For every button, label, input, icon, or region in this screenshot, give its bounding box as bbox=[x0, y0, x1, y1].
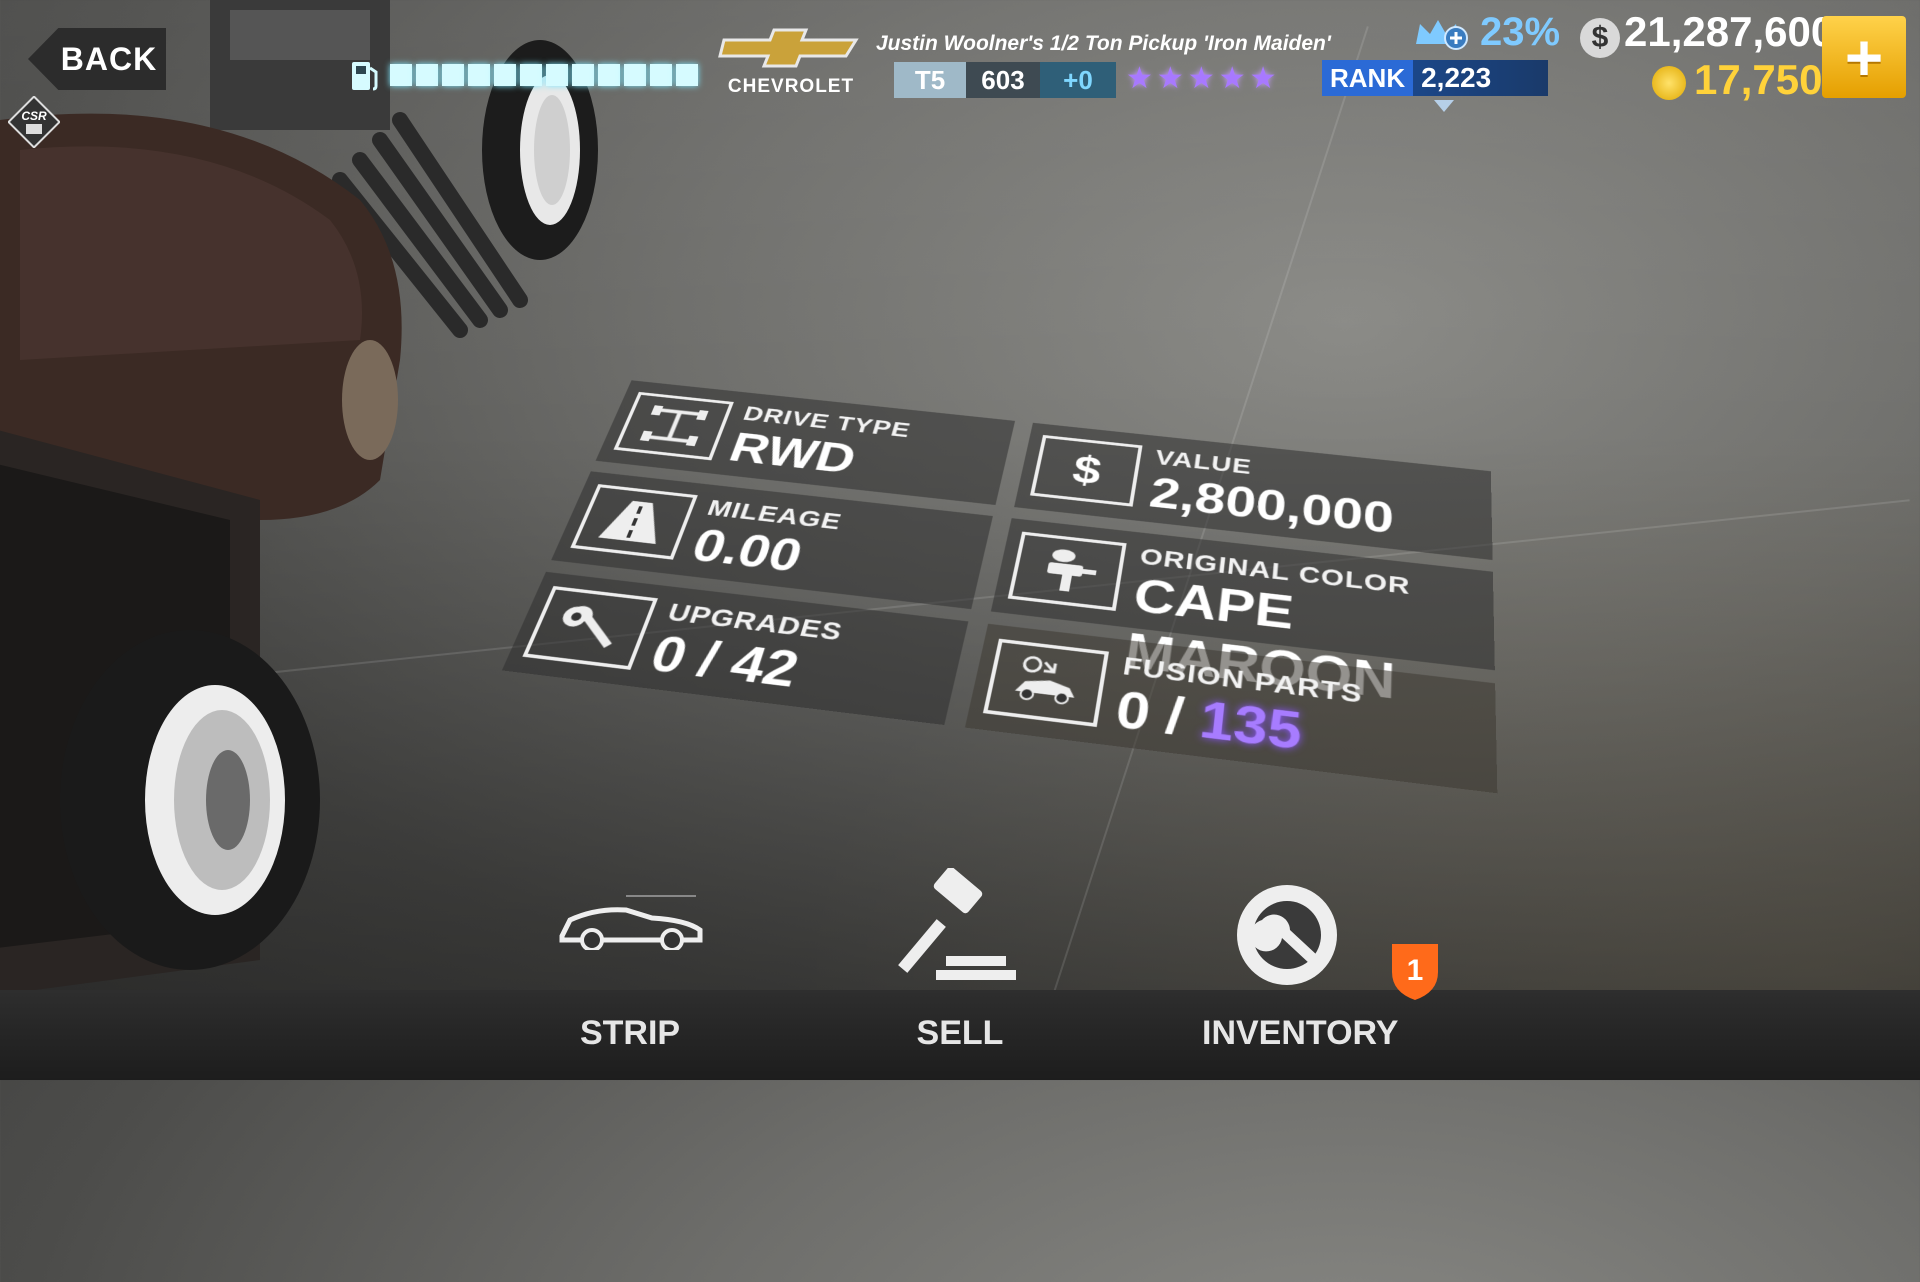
value-amount: 2,800,000 bbox=[1146, 468, 1395, 543]
dollar-icon: $ bbox=[1030, 434, 1143, 507]
fuel-pump-icon bbox=[352, 62, 378, 91]
inventory-notification-badge: 1 bbox=[1392, 944, 1438, 1000]
star-rating: ★ ★ ★ ★ ★ bbox=[1126, 64, 1277, 94]
car-stats-panel: DRIVE TYPE RWD MILEAGE 0.00 UPGRADES 0 /… bbox=[0, 151, 1920, 1282]
brand-name: CHEVROLET bbox=[727, 76, 855, 97]
drivetrain-icon bbox=[613, 391, 734, 461]
csr-logo-icon[interactable]: CSR bbox=[8, 96, 60, 148]
wrench-icon bbox=[522, 585, 658, 670]
fusion-car-icon bbox=[982, 638, 1109, 728]
strip-car-icon[interactable] bbox=[556, 890, 706, 950]
gold-balance: 17,750 bbox=[1694, 56, 1823, 103]
chevrolet-bowtie-logo bbox=[718, 28, 859, 68]
fuel-segment bbox=[416, 64, 438, 86]
rank-dropdown-icon[interactable] bbox=[1434, 100, 1454, 112]
performance-points: 603 bbox=[966, 62, 1040, 98]
cash-icon: $ bbox=[1580, 18, 1620, 58]
road-icon bbox=[570, 484, 698, 560]
crew-percent: 23% bbox=[1480, 10, 1561, 54]
star-icon: ★ bbox=[1218, 62, 1246, 95]
sell-button[interactable]: SELL bbox=[890, 1014, 1030, 1053]
car-name: Justin Woolner's 1/2 Ton Pickup 'Iron Ma… bbox=[876, 32, 1331, 55]
fuel-gauge bbox=[390, 64, 698, 86]
fuel-segment bbox=[572, 64, 594, 86]
spray-gun-icon bbox=[1007, 531, 1127, 611]
fusion-parts-total: 135 bbox=[1196, 690, 1304, 762]
inventory-badge-count: 1 bbox=[1407, 954, 1424, 987]
star-icon: ★ bbox=[1249, 62, 1277, 95]
fuel-segment bbox=[546, 64, 568, 86]
star-icon: ★ bbox=[1126, 62, 1153, 95]
fuel-segment bbox=[624, 64, 646, 86]
fuel-segment bbox=[520, 64, 542, 86]
tier-badge: T5 bbox=[894, 62, 966, 98]
add-currency-button[interactable]: + bbox=[1822, 16, 1906, 98]
fuel-segment bbox=[442, 64, 464, 86]
inventory-button[interactable]: INVENTORY bbox=[1202, 1014, 1398, 1053]
fuel-segment bbox=[676, 64, 698, 86]
crew-crown-icon bbox=[1416, 20, 1468, 50]
rank-label: RANK bbox=[1322, 60, 1414, 96]
rank-value: 2,223 bbox=[1421, 62, 1492, 93]
fuel-segment bbox=[468, 64, 490, 86]
svg-text:CSR: CSR bbox=[21, 109, 47, 123]
fuel-segment bbox=[494, 64, 516, 86]
star-icon: ★ bbox=[1156, 62, 1184, 95]
fusion-parts-owned: 0 / bbox=[1111, 680, 1204, 749]
fuel-segment bbox=[650, 64, 672, 86]
cash-balance: 21,287,600 bbox=[1624, 8, 1835, 55]
rank-display[interactable]: RANK 2,223 bbox=[1322, 60, 1548, 96]
star-icon: ★ bbox=[1187, 62, 1215, 95]
gavel-icon[interactable] bbox=[896, 868, 1026, 988]
mileage-value: 0.00 bbox=[685, 519, 809, 582]
gold-coin-icon bbox=[1652, 66, 1686, 100]
performance-bonus: +0 bbox=[1040, 62, 1116, 98]
strip-button[interactable]: STRIP bbox=[560, 1014, 700, 1053]
inventory-wrench-icon[interactable] bbox=[1232, 880, 1342, 990]
fuel-segment bbox=[598, 64, 620, 86]
fuel-segment bbox=[390, 64, 412, 86]
